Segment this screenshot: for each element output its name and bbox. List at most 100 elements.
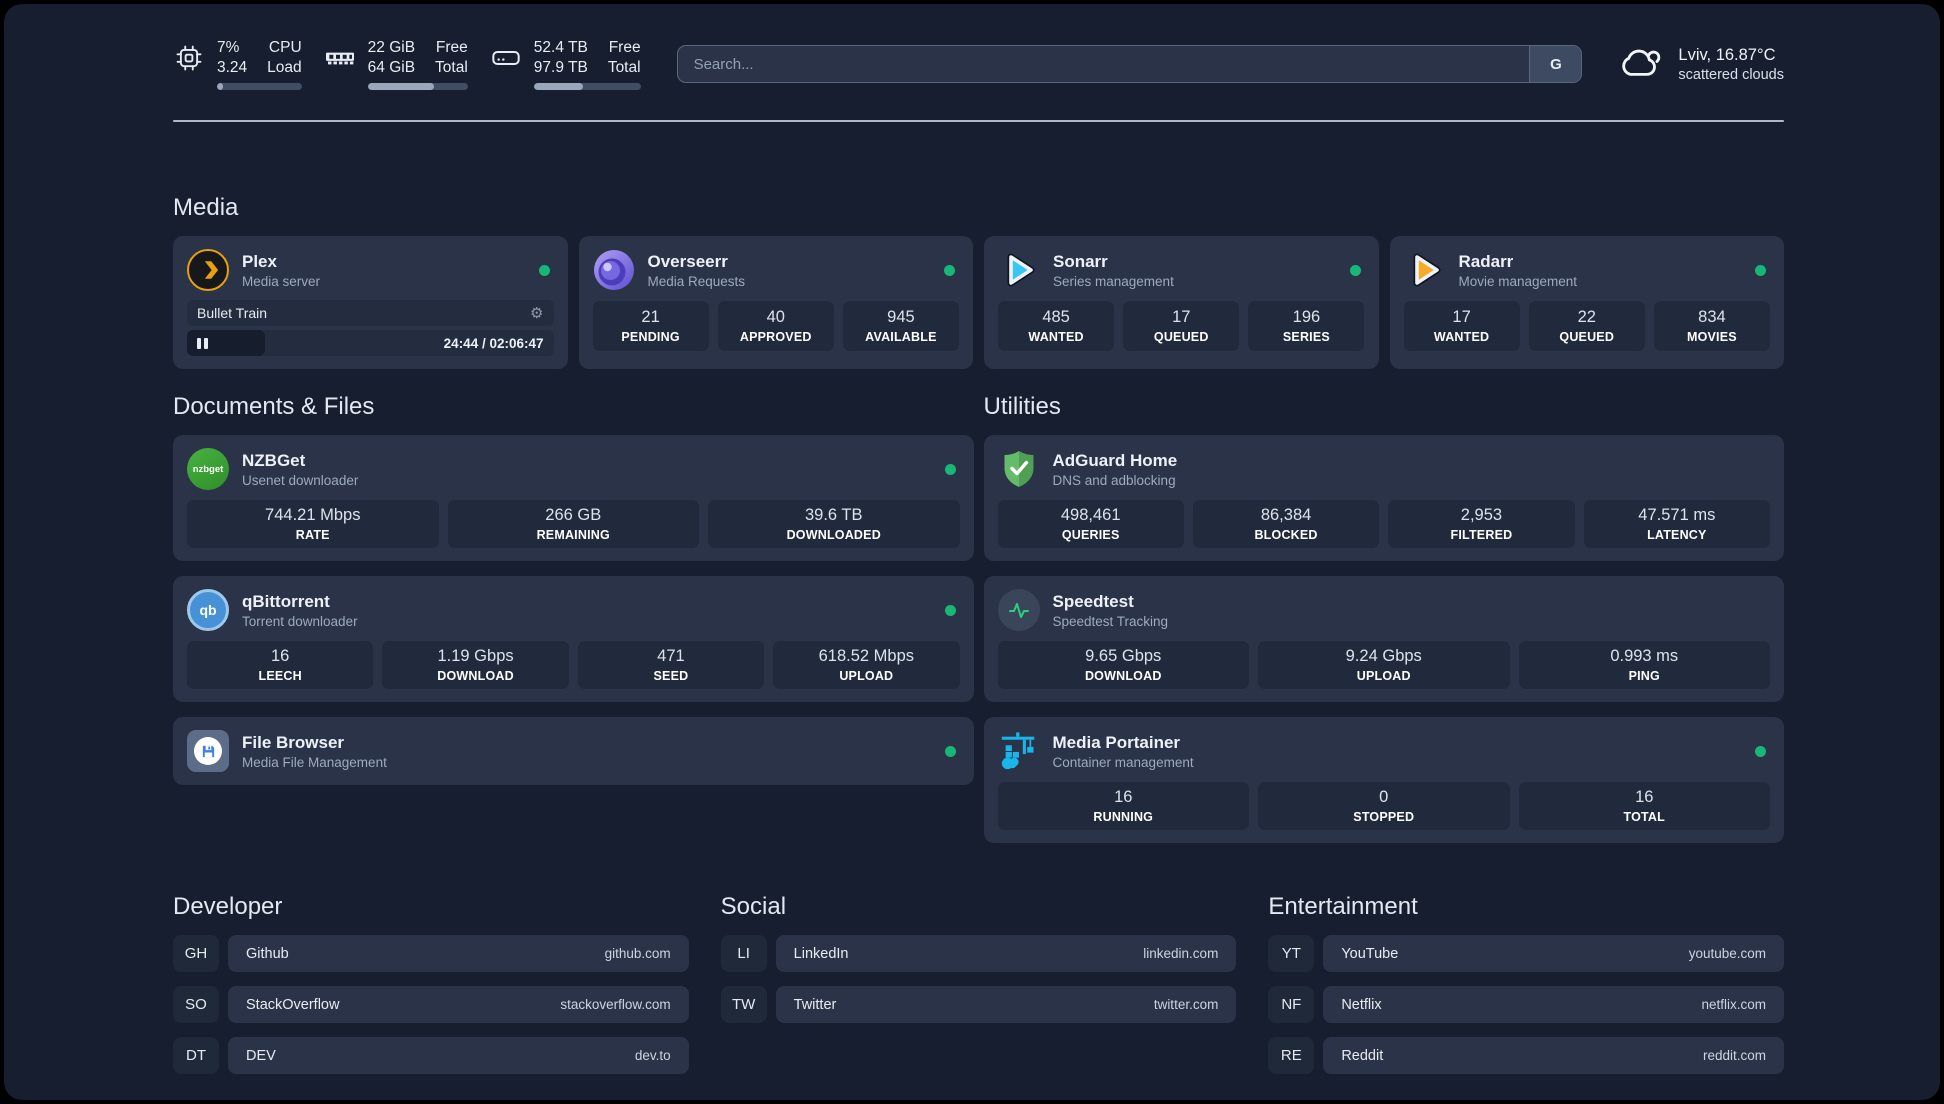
- app-subtitle: Usenet downloader: [242, 472, 359, 488]
- bookmark-url: reddit.com: [1702, 1048, 1766, 1063]
- section-title-utilities: Utilities: [983, 393, 1061, 420]
- memory-progress-bar: [367, 83, 468, 90]
- disk-total-label: Total: [607, 59, 641, 76]
- status-dot-online: [538, 264, 550, 276]
- weather-widget: Lviv, 16.87°C scattered clouds: [1618, 45, 1784, 84]
- app-name: Speedtest: [1052, 591, 1134, 611]
- app-card-portainer[interactable]: Media Portainer Container management 16 …: [983, 717, 1784, 843]
- bookmark-abbr: TW: [720, 986, 767, 1023]
- stat-stopped: 0 STOPPED: [1258, 782, 1510, 830]
- memory-icon: [324, 42, 356, 74]
- status-dot-online: [1755, 745, 1766, 757]
- stat-latency: 47.571 ms LATENCY: [1583, 500, 1770, 548]
- cpu-label: CPU: [268, 39, 302, 56]
- app-name: Plex: [242, 251, 277, 271]
- bookmark-url: twitter.com: [1153, 997, 1219, 1012]
- bookmark-name: Netflix: [1341, 996, 1382, 1013]
- app-card-qbittorrent[interactable]: qb qBittorrent Torrent downloader 16 LEE…: [173, 576, 974, 702]
- bookmark-netflix[interactable]: NF Netflix netflix.com: [1268, 986, 1784, 1023]
- plex-now-playing: Bullet Train ⚙ 24:44 / 02:06:47: [187, 300, 554, 356]
- bookmark-twitter[interactable]: TW Twitter twitter.com: [720, 986, 1237, 1023]
- status-dot-online: [944, 463, 956, 475]
- app-name: AdGuard Home: [1052, 450, 1178, 470]
- nzbget-icon: nzbget: [187, 448, 229, 490]
- bookmark-abbr: GH: [173, 935, 219, 972]
- memory-free-label: Free: [435, 39, 468, 56]
- topbar-divider: [173, 120, 1784, 122]
- app-subtitle: Container management: [1052, 754, 1194, 770]
- stat-remaining: 266 GB REMAINING: [447, 500, 699, 548]
- app-name: Radarr: [1458, 251, 1514, 271]
- bookmark-stackoverflow[interactable]: SO StackOverflow stackoverflow.com: [173, 986, 689, 1023]
- topbar: 7% 3.24 CPU Load 22 GiB 64 GiB Free Tota…: [173, 38, 1784, 90]
- bookmark-group-social: Social LI LinkedIn linkedin.com TW Twitt…: [720, 893, 1237, 1023]
- stat-blocked: 86,384 BLOCKED: [1192, 500, 1380, 548]
- stat-download: 9.65 Gbps DOWNLOAD: [997, 641, 1249, 689]
- memory-total-label: Total: [435, 59, 468, 76]
- stat-seed: 471 SEED: [577, 641, 765, 689]
- disk-free-label: Free: [608, 39, 641, 56]
- app-card-filebrowser[interactable]: File Browser Media File Management: [173, 717, 974, 785]
- app-card-speedtest[interactable]: Speedtest Speedtest Tracking 9.65 Gbps D…: [983, 576, 1784, 702]
- bookmark-url: linkedin.com: [1143, 946, 1219, 961]
- section-title-media: Media: [173, 194, 239, 221]
- bookmark-github[interactable]: GH Github github.com: [173, 935, 689, 972]
- section-title-social: Social: [720, 893, 787, 920]
- app-name: Sonarr: [1053, 251, 1108, 271]
- app-card-sonarr[interactable]: Sonarr Series management 485 WANTED 17 Q…: [984, 236, 1379, 369]
- bookmark-url: github.com: [604, 946, 671, 961]
- gear-icon[interactable]: ⚙: [530, 304, 543, 322]
- playback-progress-row: 24:44 / 02:06:47: [187, 330, 554, 356]
- bookmark-abbr: DT: [173, 1037, 219, 1074]
- adguard-icon: [998, 448, 1040, 490]
- resource-cpu: 7% 3.24 CPU Load: [173, 38, 302, 90]
- memory-progress-fill: [367, 83, 434, 90]
- load-label: Load: [267, 59, 302, 76]
- bookmark-abbr: SO: [173, 986, 219, 1023]
- section-title-entertainment: Entertainment: [1268, 893, 1418, 920]
- app-card-radarr[interactable]: Radarr Movie management 17 WANTED 22 QUE…: [1389, 236, 1784, 369]
- stat-queued: 22 QUEUED: [1528, 301, 1645, 351]
- weather-location-temp: Lviv, 16.87°C: [1678, 45, 1776, 64]
- stat-queries: 498,461 QUERIES: [997, 500, 1184, 548]
- stat-wanted: 17 WANTED: [1403, 301, 1520, 351]
- stat-ping: 0.993 ms PING: [1518, 641, 1770, 689]
- cpu-icon: [173, 43, 205, 73]
- status-dot-online: [1349, 264, 1361, 276]
- app-card-nzbget[interactable]: nzbget NZBGet Usenet downloader 744.21 M…: [173, 435, 974, 561]
- disk-icon: [490, 42, 522, 74]
- app-card-plex[interactable]: Plex Media server Bullet Train ⚙ 24:44 /…: [173, 236, 568, 369]
- app-card-overseerr[interactable]: Overseerr Media Requests 21 PENDING 40 A…: [578, 236, 973, 369]
- bookmark-name: LinkedIn: [793, 945, 849, 962]
- search-input[interactable]: [677, 46, 1530, 82]
- bookmark-url: youtube.com: [1688, 946, 1766, 961]
- app-subtitle: Media server: [242, 273, 321, 289]
- search-engine-button[interactable]: G: [1529, 46, 1582, 82]
- bookmark-abbr: NF: [1268, 986, 1315, 1023]
- bookmark-url: stackoverflow.com: [560, 997, 671, 1012]
- bookmark-linkedin[interactable]: LI LinkedIn linkedin.com: [720, 935, 1237, 972]
- stat-upload: 9.24 Gbps UPLOAD: [1258, 641, 1510, 689]
- sonarr-icon: [998, 249, 1040, 291]
- memory-total-value: 64 GiB: [367, 59, 416, 76]
- app-card-adguard[interactable]: AdGuard Home DNS and adblocking 498,461 …: [983, 435, 1784, 561]
- bookmark-youtube[interactable]: YT YouTube youtube.com: [1268, 935, 1784, 972]
- pause-button[interactable]: [187, 330, 265, 356]
- resource-memory: 22 GiB 64 GiB Free Total: [324, 38, 468, 90]
- cpu-progress-fill: [217, 83, 223, 90]
- qbittorrent-icon: qb: [187, 589, 229, 631]
- app-subtitle: Speedtest Tracking: [1052, 613, 1169, 629]
- app-name: qBittorrent: [242, 591, 330, 611]
- stat-wanted: 485 WANTED: [998, 301, 1115, 351]
- stat-series: 196 SERIES: [1248, 301, 1365, 351]
- cpu-progress-bar: [217, 83, 302, 90]
- bookmark-name: DEV: [246, 1047, 276, 1064]
- disk-progress-bar: [533, 83, 641, 90]
- bookmark-dev[interactable]: DT DEV dev.to: [173, 1037, 689, 1074]
- system-resources: 7% 3.24 CPU Load 22 GiB 64 GiB Free Tota…: [173, 38, 641, 90]
- cpu-usage-value: 7%: [217, 39, 240, 56]
- disk-progress-fill: [533, 83, 583, 90]
- bookmark-name: StackOverflow: [246, 996, 340, 1013]
- search-bar: G: [676, 45, 1583, 83]
- bookmark-reddit[interactable]: RE Reddit reddit.com: [1268, 1037, 1784, 1074]
